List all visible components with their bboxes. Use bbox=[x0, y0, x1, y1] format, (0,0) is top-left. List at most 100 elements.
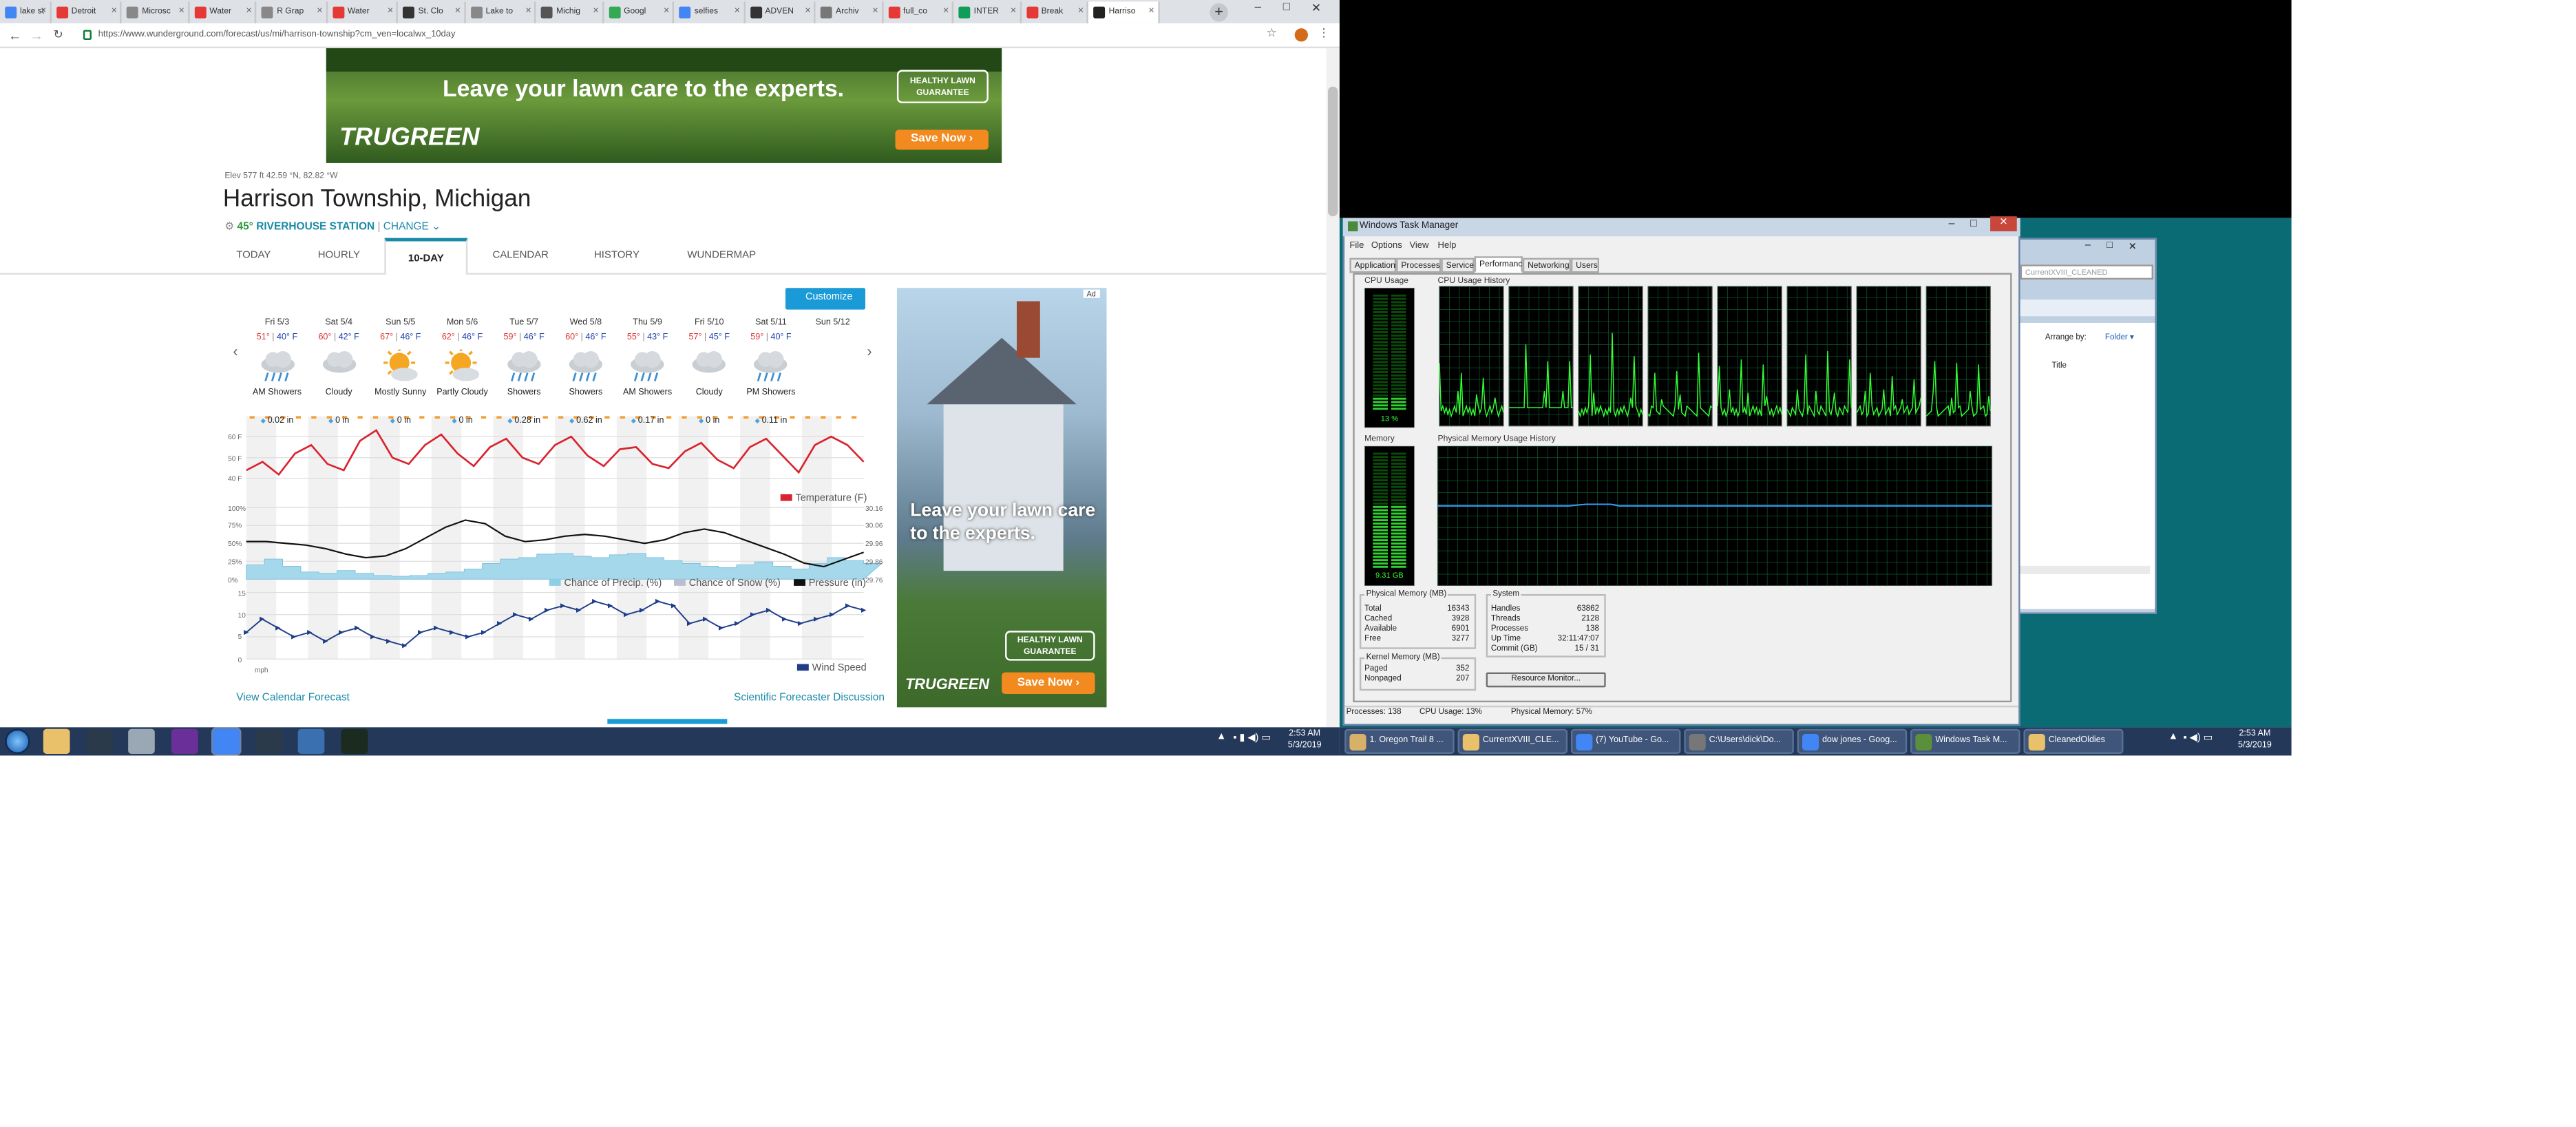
window-close-icon[interactable]: ✕ bbox=[1311, 1, 1321, 15]
tab-12[interactable]: ADVEN × bbox=[745, 1, 816, 23]
tab-5[interactable]: R Grap × bbox=[257, 1, 328, 23]
taskbar-button-3[interactable]: (7) YouTube - Go... bbox=[1570, 728, 1681, 755]
column-title[interactable]: Title bbox=[2052, 363, 2067, 371]
pinned-app-2-icon[interactable] bbox=[85, 728, 113, 755]
taskbar-button-4[interactable]: C:\Users\dick\Do... bbox=[1684, 728, 1794, 755]
explorer-hscrollbar[interactable] bbox=[2016, 565, 2151, 574]
tm-tab-processes[interactable]: Processes bbox=[1396, 257, 1442, 273]
arrange-dropdown[interactable]: Folder ▾ bbox=[2105, 335, 2134, 343]
ad-choices-icon[interactable]: Ad bbox=[1083, 289, 1099, 298]
tab-close-icon[interactable]: × bbox=[1011, 1, 1016, 23]
tab-3[interactable]: Microsc × bbox=[122, 1, 190, 23]
tab-2[interactable]: Detroit × bbox=[52, 1, 123, 23]
tab-close-icon[interactable]: × bbox=[112, 1, 117, 23]
tab-close-icon[interactable]: × bbox=[735, 1, 740, 23]
tab-close-icon[interactable]: × bbox=[593, 1, 598, 23]
tab-1[interactable]: lake st × bbox=[0, 1, 52, 23]
reload-icon[interactable]: ↻ bbox=[50, 27, 67, 45]
day-column[interactable]: Wed 5/8 60° | 46° F Showers ◆ 0.62 in bbox=[555, 316, 616, 428]
chevron-down-icon[interactable]: ⌄ bbox=[432, 222, 441, 233]
customize-button[interactable]: Customize bbox=[785, 288, 865, 310]
pinned-app-5-icon[interactable] bbox=[211, 727, 242, 756]
explorer-minimize-icon[interactable]: – bbox=[2085, 242, 2091, 252]
station-name[interactable]: RIVERHOUSE STATION bbox=[256, 222, 374, 233]
tab-10day[interactable]: 10-DAY bbox=[384, 238, 468, 275]
pinned-app-6-icon[interactable] bbox=[255, 728, 282, 755]
prev-arrow-icon[interactable]: ‹ bbox=[233, 343, 237, 359]
change-station-link[interactable]: CHANGE bbox=[383, 222, 429, 233]
tm-tab-users[interactable]: Users bbox=[1570, 257, 1600, 273]
day-column[interactable]: Mon 5/6 62° | 46° F Partly Cloudy ◆ 0 in bbox=[432, 316, 493, 428]
tab-close-icon[interactable]: × bbox=[388, 1, 393, 23]
pinned-app-1-icon[interactable] bbox=[43, 728, 70, 755]
side-ad[interactable]: Ad Leave your lawn care to the experts. … bbox=[896, 288, 1107, 708]
tab-close-icon[interactable]: × bbox=[41, 1, 46, 23]
tm-menu-help[interactable]: Help bbox=[1438, 242, 1457, 252]
tab-close-icon[interactable]: × bbox=[246, 1, 251, 23]
tab-close-icon[interactable]: × bbox=[943, 1, 949, 23]
tm-close-icon[interactable]: ✕ bbox=[1990, 216, 2017, 232]
explorer-close-icon[interactable]: ✕ bbox=[2129, 242, 2137, 253]
day-column[interactable]: Tue 5/7 59° | 46° F Showers ◆ 0.28 in bbox=[493, 316, 554, 428]
tab-9[interactable]: Michig × bbox=[536, 1, 604, 23]
pinned-app-4-icon[interactable] bbox=[170, 728, 198, 755]
tab-4[interactable]: Water × bbox=[189, 1, 257, 23]
day-column[interactable]: Sat 5/4 60° | 42° F Cloudy ◆ 0 in bbox=[308, 316, 369, 428]
explorer-maximize-icon[interactable]: □ bbox=[2107, 242, 2113, 252]
profile-avatar[interactable] bbox=[1294, 28, 1308, 42]
tab-close-icon[interactable]: × bbox=[178, 1, 184, 23]
tab-calendar[interactable]: CALENDAR bbox=[493, 248, 549, 264]
tm-tab-services[interactable]: Services bbox=[1441, 257, 1478, 273]
pinned-app-7-icon[interactable] bbox=[297, 728, 325, 755]
tm-menu-view[interactable]: View bbox=[1409, 242, 1428, 252]
tm-menu-options[interactable]: Options bbox=[1371, 242, 1402, 252]
taskbar-button-6[interactable]: Windows Task M... bbox=[1910, 728, 2020, 755]
tab-7[interactable]: St. Clo × bbox=[398, 1, 466, 23]
next-arrow-icon[interactable]: › bbox=[867, 343, 872, 359]
day-column[interactable]: Sun 5/12 bbox=[802, 316, 863, 399]
tab-close-icon[interactable]: × bbox=[525, 1, 531, 23]
tab-close-icon[interactable]: × bbox=[1078, 1, 1084, 23]
tab-close-icon[interactable]: × bbox=[872, 1, 878, 23]
tab-wundermap[interactable]: WUNDERMAP bbox=[687, 248, 756, 264]
day-column[interactable]: Fri 5/10 57° | 45° F Cloudy ◆ 0 in bbox=[679, 316, 740, 428]
window-maximize-icon[interactable]: □ bbox=[1283, 1, 1290, 13]
back-icon[interactable]: ← bbox=[7, 27, 23, 45]
clock-left[interactable]: 2:53 AM 5/3/2019 bbox=[1285, 729, 1324, 752]
side-ad-cta[interactable]: Save Now › bbox=[1002, 672, 1095, 695]
tray-expand-icon-right[interactable]: ▲ bbox=[2168, 733, 2178, 743]
tab-10[interactable]: Googl × bbox=[604, 1, 675, 23]
window-minimize-icon[interactable]: – bbox=[1255, 1, 1261, 13]
tray-expand-icon[interactable]: ▲ bbox=[1216, 733, 1226, 743]
tab-history[interactable]: HISTORY bbox=[594, 248, 640, 264]
tab-close-icon[interactable]: × bbox=[805, 1, 810, 23]
start-button[interactable] bbox=[5, 728, 30, 755]
tm-minimize-icon[interactable]: – bbox=[1949, 218, 1955, 230]
tab-close-icon[interactable]: × bbox=[664, 1, 669, 23]
tab-14[interactable]: full_co × bbox=[883, 1, 954, 23]
tab-17[interactable]: Harriso × bbox=[1088, 1, 1160, 23]
clock-right[interactable]: 2:53 AM 5/3/2019 bbox=[2235, 729, 2274, 752]
taskbar-button-5[interactable]: dow jones - Goog... bbox=[1797, 728, 1908, 755]
taskbar-button-1[interactable]: 1. Oregon Trail 8 ... bbox=[1344, 728, 1455, 755]
tm-maximize-icon[interactable]: □ bbox=[1970, 218, 1977, 230]
resource-monitor-button[interactable]: Resource Monitor... bbox=[1486, 672, 1606, 688]
day-column[interactable]: Fri 5/3 51° | 40° F AM Showers ◆ 0.02 in bbox=[246, 316, 308, 428]
pinned-app-3-icon[interactable] bbox=[128, 728, 155, 755]
address-bar[interactable]: https://www.wunderground.com/forecast/us… bbox=[78, 27, 1294, 45]
tab-today[interactable]: TODAY bbox=[236, 248, 271, 264]
new-tab-button[interactable]: + bbox=[1210, 3, 1228, 22]
tab-close-icon[interactable]: × bbox=[317, 1, 322, 23]
tab-close-icon[interactable]: × bbox=[1148, 1, 1154, 23]
scroll-thumb[interactable] bbox=[1328, 86, 1338, 217]
chrome-menu-icon[interactable]: ⋮ bbox=[1318, 27, 1330, 40]
tab-hourly[interactable]: HOURLY bbox=[318, 248, 360, 264]
tab-13[interactable]: Archiv × bbox=[816, 1, 883, 23]
bookmark-star-icon[interactable]: ☆ bbox=[1267, 27, 1277, 40]
forward-icon[interactable]: → bbox=[28, 27, 45, 45]
tab-8[interactable]: Lake to × bbox=[465, 1, 537, 23]
pinned-app-8-icon[interactable] bbox=[340, 728, 368, 755]
tm-tab-applications[interactable]: Applications bbox=[1349, 257, 1400, 273]
calendar-forecast-link[interactable]: View Calendar Forecast bbox=[236, 693, 350, 704]
taskbar-button-2[interactable]: CurrentXVIII_CLE... bbox=[1457, 728, 1568, 755]
